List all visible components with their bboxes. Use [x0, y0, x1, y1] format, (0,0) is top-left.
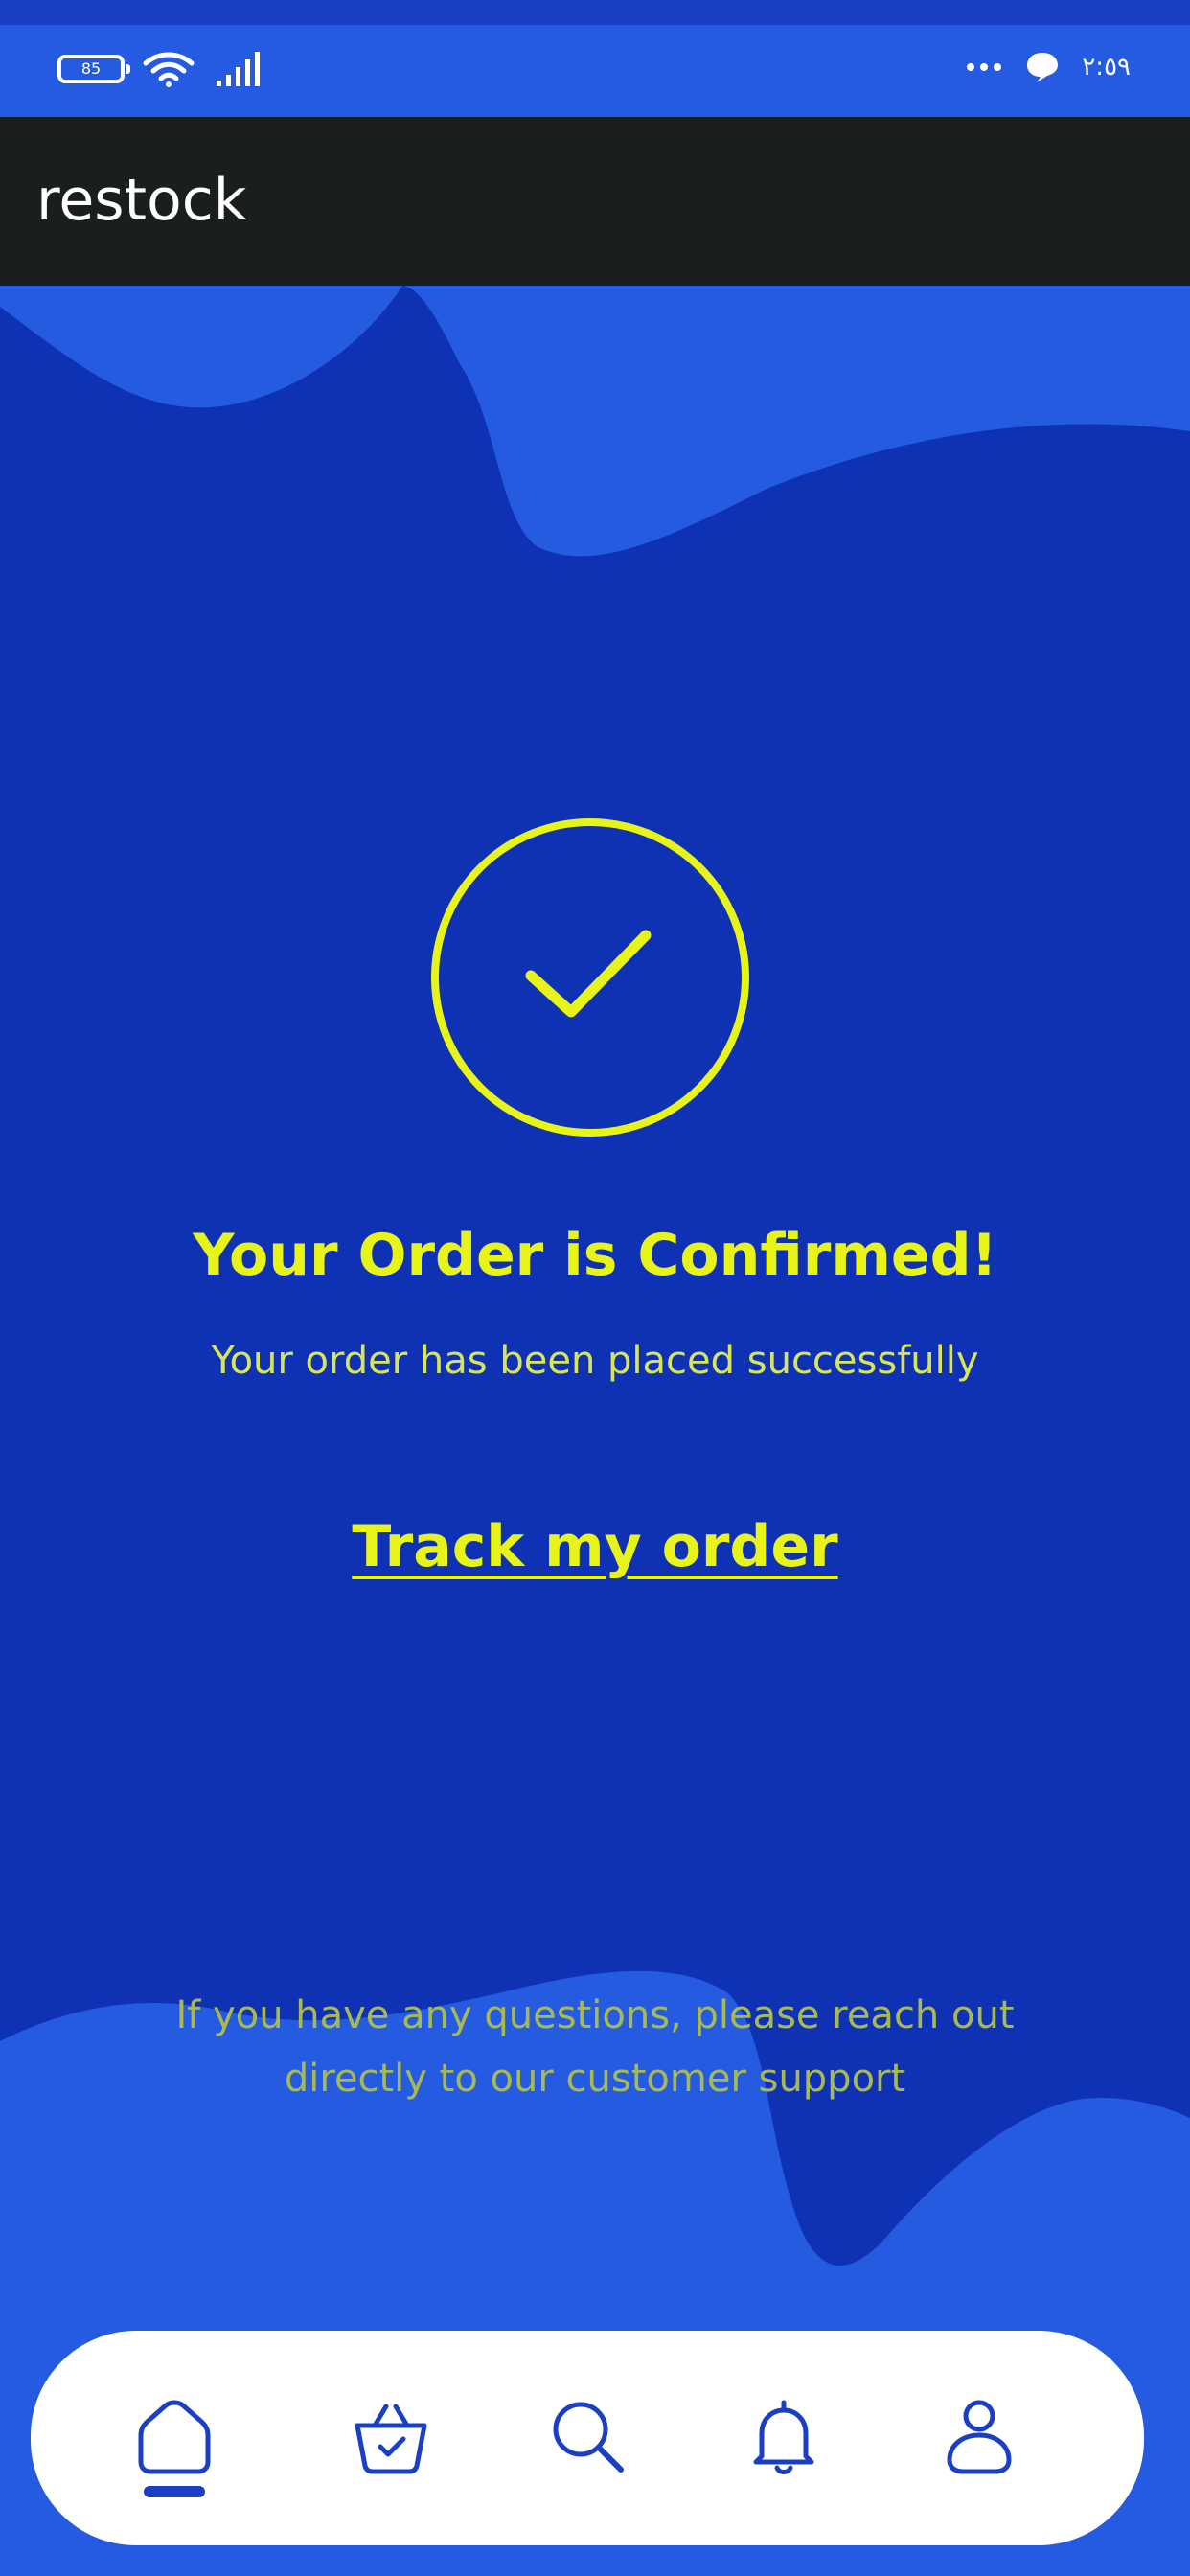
support-note: If you have any questions, please reach … [175, 1993, 1015, 2101]
home-icon [138, 2400, 211, 2474]
active-tab-indicator [144, 2486, 205, 2497]
nav-basket[interactable] [333, 2379, 448, 2494]
track-order-link[interactable]: Track my order [352, 1513, 837, 1580]
nav-notifications[interactable] [726, 2379, 841, 2494]
track-order-link-row: Track my order [0, 1508, 1190, 1585]
search-icon [553, 2402, 624, 2472]
confirmation-title: Your Order is Confirmed! [193, 1222, 997, 1289]
bell-icon [753, 2400, 814, 2474]
basket-icon [355, 2404, 427, 2474]
bottom-navigation [31, 2331, 1144, 2545]
order-confirmation-screen: 85 ٢:٥٩ restock Your Order is Confirmed!… [0, 0, 1190, 2576]
nav-home[interactable] [117, 2379, 232, 2494]
confirmation-content: Your Order is Confirmed! Your order has … [0, 0, 1190, 2576]
nav-search[interactable] [530, 2379, 645, 2494]
profile-icon [947, 2400, 1012, 2474]
confirmation-subtitle: Your order has been placed successfully [211, 1339, 979, 1383]
check-circle-icon [431, 818, 749, 1137]
nav-profile[interactable] [922, 2379, 1037, 2494]
